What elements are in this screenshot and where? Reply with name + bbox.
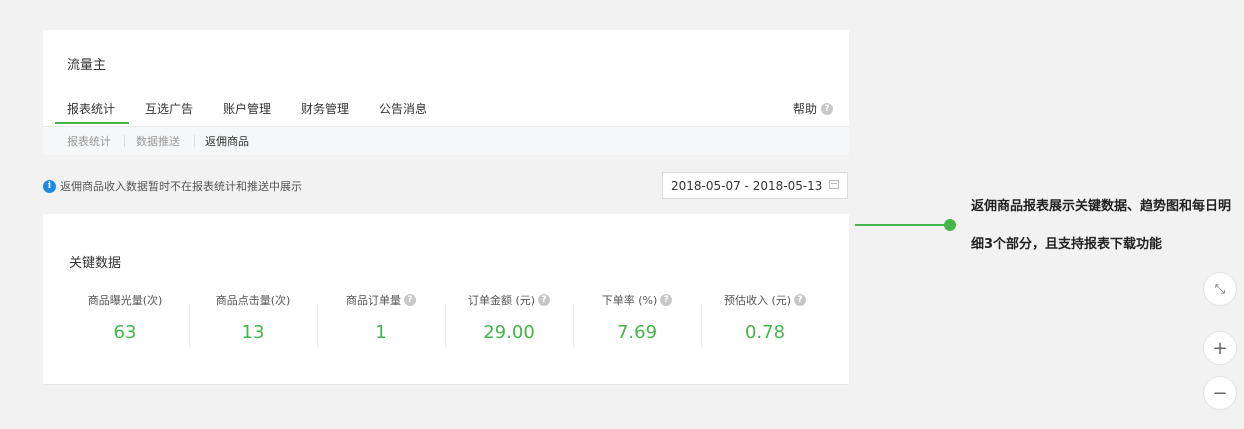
subnav-item-data-push[interactable]: 数据推送: [136, 133, 180, 149]
notice-text: 返佣商品收入数据暂时不在报表统计和推送中展示: [60, 180, 302, 193]
stat-label-text: 商品订单量: [346, 294, 401, 307]
stat-value: 0.78: [744, 322, 786, 343]
question-icon: ?: [821, 102, 833, 115]
stat-order-rate: 下单率 (%)? 7.69: [573, 288, 701, 358]
shrink-button[interactable]: ⤡: [1203, 272, 1237, 306]
stat-label: 订单金额 (元)?: [445, 292, 573, 308]
date-range-value: 2018-05-07 - 2018-05-13: [671, 178, 823, 193]
subnav-divider: [124, 135, 125, 147]
info-notice: i 返佣商品收入数据暂时不在报表统计和推送中展示: [43, 178, 302, 194]
key-data-title: 关键数据: [69, 256, 122, 271]
stat-value: 13: [241, 322, 265, 343]
tab-account[interactable]: 账户管理: [223, 100, 271, 127]
calendar-icon: [829, 180, 839, 189]
main-tabs: 报表统计 互选广告 账户管理 财务管理 公告消息: [43, 92, 849, 126]
stat-label-text: 订单金额 (元): [467, 294, 536, 307]
tab-announcements[interactable]: 公告消息: [379, 100, 427, 127]
stat-value: 29.00: [483, 322, 535, 343]
key-data-card: 关键数据 商品曝光量(次) 63 商品点击量(次) 13 商品订单量? 1 订单…: [43, 214, 849, 385]
stat-impressions: 商品曝光量(次) 63: [61, 288, 189, 358]
help-link[interactable]: 帮助 ?: [793, 100, 833, 117]
stat-label-text: 商品曝光量(次): [87, 294, 163, 307]
stat-value: 63: [113, 322, 137, 343]
tab-finance[interactable]: 财务管理: [301, 100, 349, 127]
annotation-text: 返佣商品报表展示关键数据、趋势图和每日明细3个部分，且支持报表下载功能: [971, 199, 1232, 252]
zoom-in-button[interactable]: +: [1203, 331, 1237, 365]
stat-label: 商品点击量(次): [189, 292, 317, 308]
active-tab-indicator: [55, 122, 129, 124]
header-card: 流量主 报表统计 互选广告 账户管理 财务管理 公告消息 帮助 ?: [43, 30, 849, 126]
key-metrics: 商品曝光量(次) 63 商品点击量(次) 13 商品订单量? 1 订单金额 (元…: [61, 288, 831, 358]
question-icon[interactable]: ?: [794, 294, 807, 306]
info-icon: i: [43, 179, 56, 193]
tab-mutual-ads[interactable]: 互选广告: [145, 100, 193, 127]
annotation-connector-line: [855, 224, 949, 226]
annotation-connector-dot: [944, 219, 956, 231]
zoom-out-button[interactable]: −: [1203, 376, 1237, 410]
subnav-divider: [194, 135, 195, 147]
stat-label-text: 下单率 (%): [601, 294, 658, 307]
stat-value: 7.69: [616, 322, 658, 343]
stat-label: 商品订单量?: [317, 292, 445, 308]
subnav-item-reports[interactable]: 报表统计: [67, 133, 111, 149]
stat-orders: 商品订单量? 1: [317, 288, 445, 358]
stat-order-amount: 订单金额 (元)? 29.00: [445, 288, 573, 358]
plus-icon: +: [1212, 337, 1228, 359]
shrink-icon: ⤡: [1214, 281, 1226, 297]
stat-label: 预估收入 (元)?: [701, 292, 829, 308]
stat-label: 商品曝光量(次): [61, 292, 189, 308]
stat-clicks: 商品点击量(次) 13: [189, 288, 317, 358]
question-icon[interactable]: ?: [538, 294, 551, 306]
stat-value: 1: [375, 322, 387, 343]
stat-label: 下单率 (%)?: [573, 292, 701, 308]
help-label: 帮助: [792, 102, 817, 116]
sub-navigation: 报表统计 数据推送 返佣商品: [43, 126, 849, 155]
question-icon[interactable]: ?: [660, 294, 673, 306]
minus-icon: −: [1212, 382, 1228, 404]
subnav-item-commission-goods[interactable]: 返佣商品: [205, 133, 249, 149]
date-range-picker[interactable]: 2018-05-07 - 2018-05-13: [662, 172, 848, 199]
stat-label-text: 商品点击量(次): [215, 294, 291, 307]
stat-label-text: 预估收入 (元): [723, 294, 792, 307]
stat-estimated-income: 预估收入 (元)? 0.78: [701, 288, 829, 358]
brand-title: 流量主: [67, 58, 107, 73]
question-icon[interactable]: ?: [404, 294, 416, 306]
